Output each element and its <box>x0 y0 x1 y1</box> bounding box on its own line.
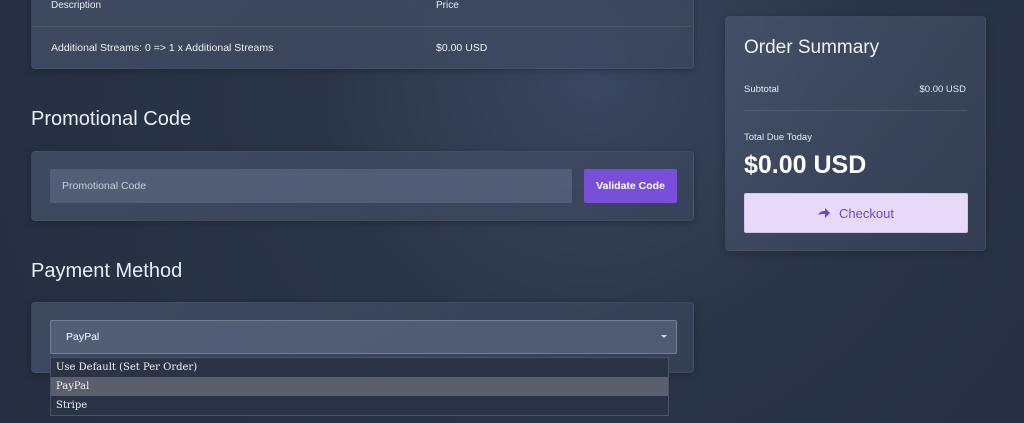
payment-section-title: Payment Method <box>31 260 183 282</box>
payment-selected-value: PayPal <box>66 331 100 343</box>
subtotal-value: $0.00 USD <box>919 84 966 95</box>
total-due-label: Total Due Today <box>744 132 812 143</box>
promo-section-title: Promotional Code <box>31 108 192 130</box>
column-header-description: Description <box>51 0 102 11</box>
order-summary-card: Order Summary Subtotal $0.00 USD Total D… <box>725 16 986 251</box>
promo-code-input[interactable] <box>50 169 572 203</box>
checkout-label: Checkout <box>839 205 894 221</box>
row-description: Additional Streams: 0 => 1 x Additional … <box>51 42 274 54</box>
row-price: $0.00 USD <box>436 42 488 54</box>
validate-code-button[interactable]: Validate Code <box>584 169 677 203</box>
promo-card: Validate Code <box>31 151 694 221</box>
payment-method-select[interactable]: PayPal <box>50 320 677 354</box>
caret-down-icon <box>661 335 667 338</box>
dropdown-option-stripe[interactable]: Stripe <box>51 396 668 415</box>
arrow-right-icon <box>818 208 831 218</box>
dropdown-option-default[interactable]: Use Default (Set Per Order) <box>51 358 668 377</box>
total-due-value: $0.00 USD <box>744 151 867 179</box>
order-summary-title: Order Summary <box>744 37 880 58</box>
table-divider <box>32 26 693 27</box>
items-table: Description Price Additional Streams: 0 … <box>31 0 694 69</box>
payment-dropdown-list: Use Default (Set Per Order) PayPal Strip… <box>50 357 669 416</box>
checkout-button[interactable]: Checkout <box>744 193 968 233</box>
subtotal-label: Subtotal <box>744 84 779 95</box>
column-header-price: Price <box>436 0 459 11</box>
dropdown-option-paypal[interactable]: PayPal <box>51 377 668 396</box>
summary-divider <box>744 110 967 111</box>
